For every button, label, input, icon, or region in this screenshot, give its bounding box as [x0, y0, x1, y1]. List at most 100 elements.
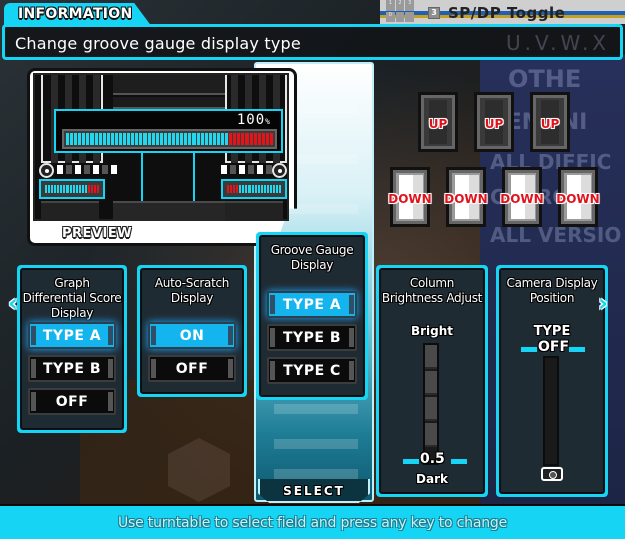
- slider-marker: [403, 459, 419, 464]
- down-button[interactable]: DOWN: [444, 167, 488, 227]
- gauge-segment: [75, 185, 78, 193]
- graph-differential-card[interactable]: Graph Differential Score Display TYPE A …: [17, 265, 127, 433]
- up-button[interactable]: UP: [530, 92, 570, 152]
- gauge-segment: [90, 185, 93, 193]
- down-button[interactable]: DOWN: [556, 167, 600, 227]
- gauge-segment: [220, 133, 225, 145]
- chevron-icon: [274, 404, 358, 434]
- option-off[interactable]: OFF: [28, 388, 116, 415]
- gauge-segment: [84, 185, 87, 193]
- gauge-segment: [163, 133, 167, 145]
- gauge-segment: [257, 133, 261, 145]
- auto-scratch-card[interactable]: Auto-Scratch Display ON OFF: [137, 265, 247, 397]
- gauge-segment: [66, 133, 70, 145]
- turntable-icon: [272, 163, 287, 178]
- gauge-segment: [114, 133, 119, 145]
- option-off[interactable]: OFF: [148, 355, 236, 382]
- right-arrow-icon[interactable]: ›: [598, 291, 612, 315]
- type-label: TYPE: [533, 324, 571, 339]
- down-label: DOWN: [556, 192, 600, 206]
- key-guide-strip: 1 2 3 0 3 SP/DP Toggle: [380, 0, 625, 24]
- up-label: UP: [540, 117, 560, 131]
- gauge-segment: [204, 133, 208, 145]
- gauge-segment: [216, 133, 220, 145]
- bottom-plate: [113, 201, 225, 221]
- gauge-segment: [51, 185, 54, 193]
- gauge-segment: [225, 133, 229, 145]
- keypad-key: 3: [405, 0, 414, 11]
- down-label: DOWN: [444, 192, 488, 206]
- gauge-segment: [248, 185, 251, 193]
- keypad-key: 2: [395, 0, 405, 11]
- gauge-percentage: 100%: [237, 112, 271, 128]
- gauge-segment: [167, 133, 172, 145]
- gauge-segment: [236, 185, 239, 193]
- information-box: U.V.W.X Change groove gauge display type: [2, 24, 623, 60]
- mini-gauge-right: [221, 179, 287, 199]
- turntable-icon: [39, 163, 54, 178]
- gauge-segment: [200, 133, 204, 145]
- gauge-segment: [172, 133, 176, 145]
- groove-gauge-bar: [62, 129, 277, 149]
- column-brightness-card[interactable]: Column Brightness Adjust Bright 0.5 Dark: [376, 265, 488, 497]
- option-type-b[interactable]: TYPE B: [28, 355, 116, 382]
- information-tab-label: INFORMATION: [18, 6, 133, 22]
- gauge-segment: [269, 185, 272, 193]
- groove-gauge-card[interactable]: Groove Gauge Display TYPE A TYPE B TYPE …: [256, 232, 368, 400]
- option-on[interactable]: ON: [148, 322, 236, 349]
- option-type-a[interactable]: TYPE A: [267, 291, 357, 318]
- gauge-segment: [94, 133, 98, 145]
- camera-slider[interactable]: [543, 356, 559, 466]
- gauge-segment: [102, 133, 106, 145]
- gauge-segment: [131, 133, 135, 145]
- preview-label: PREVIEW: [62, 226, 133, 241]
- gauge-segment: [155, 133, 159, 145]
- gauge-segment: [45, 185, 48, 193]
- camera-display-card[interactable]: Camera Display Position TYPE OFF: [496, 265, 608, 497]
- gauge-segment: [208, 133, 212, 145]
- gauge-segment: [97, 185, 100, 193]
- select-label-plate: SELECT: [258, 479, 370, 503]
- gauge-segment: [229, 133, 233, 145]
- gauge-segment: [94, 185, 97, 193]
- gauge-segment: [239, 185, 242, 193]
- slider-segment: [425, 345, 437, 369]
- gauge-segment: [110, 133, 114, 145]
- gauge-segment: [263, 185, 266, 193]
- gauge-segment: [82, 133, 86, 145]
- brightness-slider[interactable]: [423, 343, 439, 465]
- down-label: DOWN: [500, 192, 544, 206]
- up-label: UP: [484, 117, 504, 131]
- up-button[interactable]: UP: [418, 92, 458, 152]
- footer-hint: Use turntable to select field and press …: [117, 515, 507, 531]
- gauge-segment: [135, 133, 139, 145]
- down-label: DOWN: [388, 192, 432, 206]
- gauge-segment: [57, 185, 60, 193]
- gauge-segment: [74, 133, 78, 145]
- groove-gauge-preview: 100%: [54, 109, 283, 153]
- gauge-segment: [242, 185, 245, 193]
- card-title: Groove Gauge Display: [270, 243, 354, 272]
- card-title: Camera Display Position: [506, 276, 598, 305]
- side-plate: [41, 201, 99, 221]
- down-button[interactable]: DOWN: [500, 167, 544, 227]
- gauge-segment: [188, 133, 192, 145]
- gauge-segment: [180, 133, 184, 145]
- left-arrow-icon[interactable]: ‹: [8, 291, 22, 315]
- gauge-segment: [233, 133, 237, 145]
- gauge-segment: [78, 185, 81, 193]
- gauge-segment: [212, 133, 216, 145]
- gauge-segment: [87, 185, 90, 193]
- option-type-b[interactable]: TYPE B: [267, 324, 357, 351]
- down-button[interactable]: DOWN: [388, 167, 432, 227]
- slider-segment: [425, 371, 437, 395]
- keypad-key: 0: [386, 11, 395, 22]
- keypad-key: [395, 11, 405, 22]
- bright-label: Bright: [410, 324, 454, 338]
- option-type-a[interactable]: TYPE A: [28, 322, 116, 349]
- keypad-icon: 1 2 3 0: [386, 0, 414, 22]
- gauge-segment: [63, 185, 66, 193]
- gauge-segment: [90, 133, 94, 145]
- up-button[interactable]: UP: [474, 92, 514, 152]
- option-type-c[interactable]: TYPE C: [267, 357, 357, 384]
